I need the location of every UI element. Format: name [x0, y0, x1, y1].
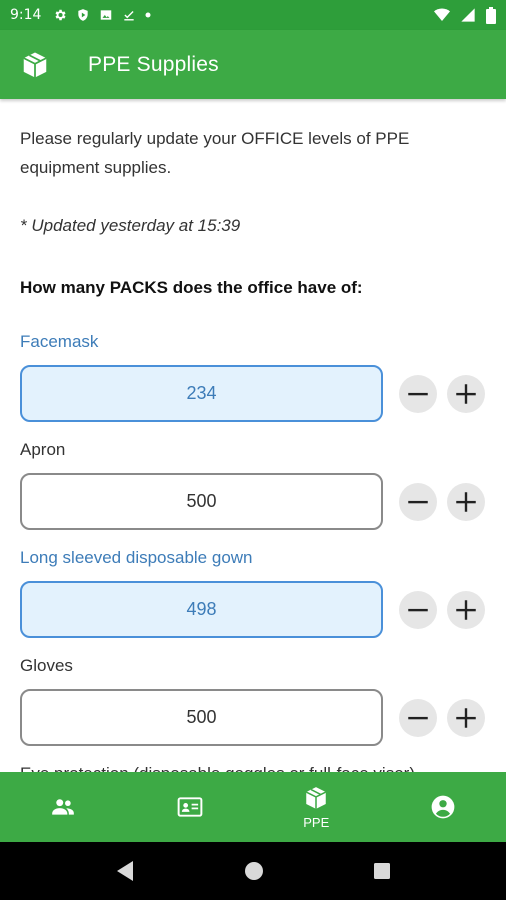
facemask-decrement-button[interactable]	[399, 374, 437, 413]
apron-quantity-input[interactable]	[20, 473, 383, 530]
apron-increment-button[interactable]	[447, 482, 485, 521]
apron-label: Apron	[20, 440, 66, 459]
people-icon	[52, 799, 75, 815]
nav-item-account[interactable]	[380, 772, 506, 842]
account-circle-icon	[431, 795, 455, 819]
status-right-icons	[434, 6, 496, 24]
minus-icon	[408, 608, 428, 611]
minus-icon	[408, 500, 428, 503]
intro-text: Please regularly update your OFFICE leve…	[20, 129, 410, 177]
gloves-label: Gloves	[20, 656, 73, 675]
dot-icon	[145, 12, 151, 18]
download-done-icon	[124, 11, 135, 21]
plus-icon	[456, 383, 476, 404]
nav-item-id-card[interactable]	[127, 772, 254, 842]
question-heading: How many PACKS does the office have of:	[20, 278, 363, 297]
back-icon[interactable]	[115, 860, 135, 882]
plus-icon	[456, 707, 476, 728]
bottom-navigation: PPE	[0, 772, 506, 842]
app-bar: PPE Supplies	[0, 30, 506, 99]
gown-increment-button[interactable]	[447, 590, 485, 629]
nav-label-ppe: PPE	[303, 814, 330, 830]
facemask-label: Facemask	[20, 332, 99, 351]
eye-protection-label: Eye protection (disposable goggles or fu…	[20, 764, 486, 772]
system-navigation-bar	[0, 842, 506, 900]
gloves-quantity-input[interactable]	[20, 689, 383, 746]
main-content[interactable]: Please regularly update your OFFICE leve…	[0, 99, 506, 772]
plus-icon	[456, 599, 476, 620]
facemask-quantity-input[interactable]	[20, 365, 383, 422]
wifi-icon	[434, 8, 450, 21]
id-card-icon	[177, 797, 203, 817]
status-time: 9:14	[10, 7, 42, 23]
image-icon	[101, 10, 112, 20]
minus-icon	[408, 716, 428, 719]
shield-play-icon	[78, 9, 89, 21]
signal-icon	[461, 8, 475, 22]
gown-quantity-input[interactable]	[20, 581, 383, 638]
updated-text: * Updated yesterday at 15:39	[20, 216, 241, 235]
package-icon	[23, 52, 47, 77]
facemask-row	[20, 365, 486, 422]
battery-icon	[486, 6, 496, 24]
nav-item-people[interactable]	[0, 772, 127, 842]
status-left-icons	[53, 8, 151, 22]
status-bar: 9:14	[0, 0, 506, 30]
gear-icon	[55, 9, 66, 21]
gloves-decrement-button[interactable]	[399, 698, 437, 737]
apron-decrement-button[interactable]	[399, 482, 437, 521]
facemask-increment-button[interactable]	[447, 374, 485, 413]
gown-row	[20, 581, 486, 638]
plus-icon	[456, 491, 476, 512]
recents-icon[interactable]	[373, 862, 391, 880]
gown-decrement-button[interactable]	[399, 590, 437, 629]
package-icon	[306, 786, 327, 809]
page-title: PPE Supplies	[88, 52, 219, 76]
nav-item-ppe[interactable]: PPE	[253, 772, 380, 842]
gloves-increment-button[interactable]	[447, 698, 485, 737]
gloves-row	[20, 689, 486, 746]
apron-row	[20, 473, 486, 530]
minus-icon	[408, 392, 428, 395]
home-icon[interactable]	[244, 861, 264, 881]
gown-label: Long sleeved disposable gown	[20, 548, 253, 567]
